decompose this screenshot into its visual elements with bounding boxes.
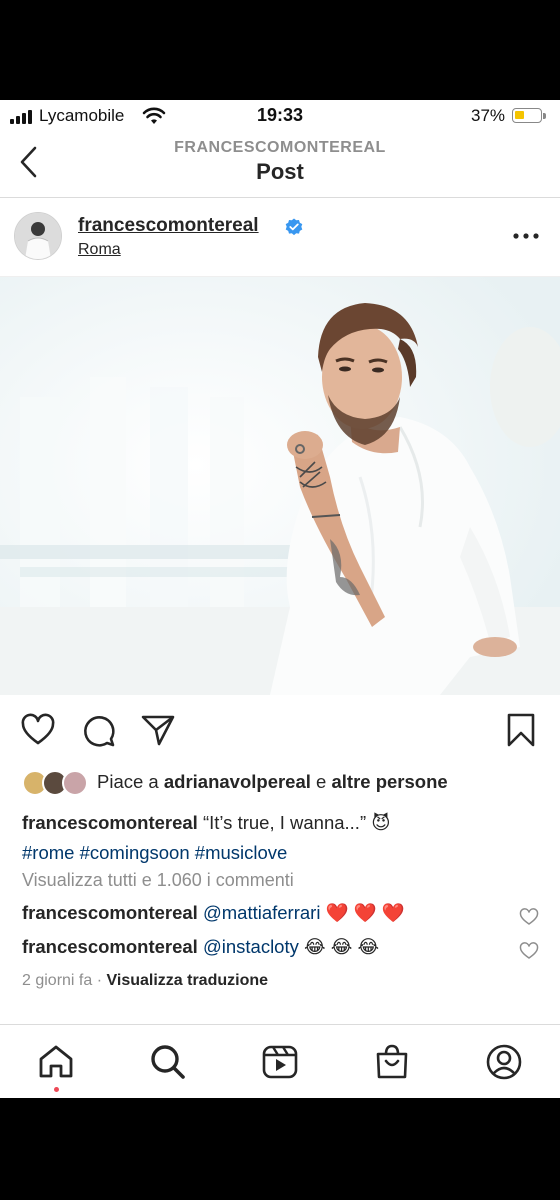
instagram-post-screen: Lycamobile 19:33 37% FRANCESCOMONTEREAL … xyxy=(0,100,560,1098)
hashtag-musiclove[interactable]: #musiclove xyxy=(195,842,288,863)
liker-avatars xyxy=(22,770,88,796)
hashtag-comingsoon[interactable]: #comingsoon xyxy=(80,842,190,863)
page-title: Post xyxy=(256,159,304,184)
avatar[interactable] xyxy=(14,212,62,260)
more-options-icon[interactable] xyxy=(512,232,540,240)
comment-mention[interactable]: @mattiaferrari xyxy=(203,902,320,923)
profile-icon[interactable] xyxy=(485,1043,523,1081)
comment-item: francescomontereal @instacloty 😂 😂 😂 xyxy=(22,936,512,958)
post-image[interactable] xyxy=(0,277,560,695)
battery-percent: 37% xyxy=(471,106,506,125)
translate-link[interactable]: Visualizza traduzione xyxy=(106,972,268,989)
comment-username[interactable]: francescomontereal xyxy=(22,902,198,923)
home-icon[interactable] xyxy=(37,1043,75,1081)
search-icon[interactable] xyxy=(149,1043,187,1081)
notification-dot xyxy=(54,1087,59,1092)
bottom-nav xyxy=(0,1024,560,1098)
post-caption: francescomontereal “It’s true, I wanna..… xyxy=(22,808,542,868)
reels-icon[interactable] xyxy=(261,1043,299,1081)
view-all-comments-link[interactable]: Visualizza tutti e 1.060 i commenti xyxy=(22,870,294,891)
comment-like-icon[interactable] xyxy=(519,942,539,960)
caption-text: “It’s true, I wanna...” xyxy=(197,812,367,833)
comment-item: francescomontereal @mattiaferrari ❤️ ❤️ … xyxy=(22,902,512,924)
post-time: 2 giorni fa xyxy=(22,972,93,989)
header-username: FRANCESCOMONTEREAL xyxy=(174,139,386,156)
verified-badge-icon xyxy=(285,218,303,236)
comment-emoji: 😂 😂 😂 xyxy=(304,936,380,957)
likes-summary: Piace a adrianavolpereal e altre persone xyxy=(97,771,448,792)
comment-mention[interactable]: @instacloty xyxy=(203,936,299,957)
caption-username[interactable]: francescomontereal xyxy=(22,812,198,833)
likes-others[interactable]: altre persone xyxy=(331,771,447,792)
caption-emoji: 😈 xyxy=(371,812,391,833)
heart-icon[interactable] xyxy=(20,712,56,748)
bookmark-icon[interactable] xyxy=(503,712,539,748)
liker-username[interactable]: adrianavolpereal xyxy=(164,771,311,792)
battery-icon xyxy=(512,108,542,123)
post-location[interactable]: Roma xyxy=(78,241,121,259)
post-meta: 2 giorni fa · Visualizza traduzione xyxy=(22,972,269,989)
comment-username[interactable]: francescomontereal xyxy=(22,936,198,957)
post-actions xyxy=(0,710,560,754)
comment-like-icon[interactable] xyxy=(519,908,539,926)
shop-icon[interactable] xyxy=(373,1043,411,1081)
hashtag-rome[interactable]: #rome xyxy=(22,842,74,863)
status-bar: Lycamobile 19:33 37% xyxy=(0,100,560,134)
likes-row[interactable]: Piace a adrianavolpereal e altre persone xyxy=(22,766,552,798)
post-header: FRANCESCOMONTEREAL Post xyxy=(0,134,560,198)
comment-emoji: ❤️ ❤️ ❤️ xyxy=(325,902,405,923)
post-author-row: francescomontereal Roma xyxy=(0,198,560,277)
battery-tip xyxy=(543,113,546,119)
author-username[interactable]: francescomontereal xyxy=(78,215,259,237)
comment-icon[interactable] xyxy=(80,712,116,748)
share-icon[interactable] xyxy=(140,712,176,748)
